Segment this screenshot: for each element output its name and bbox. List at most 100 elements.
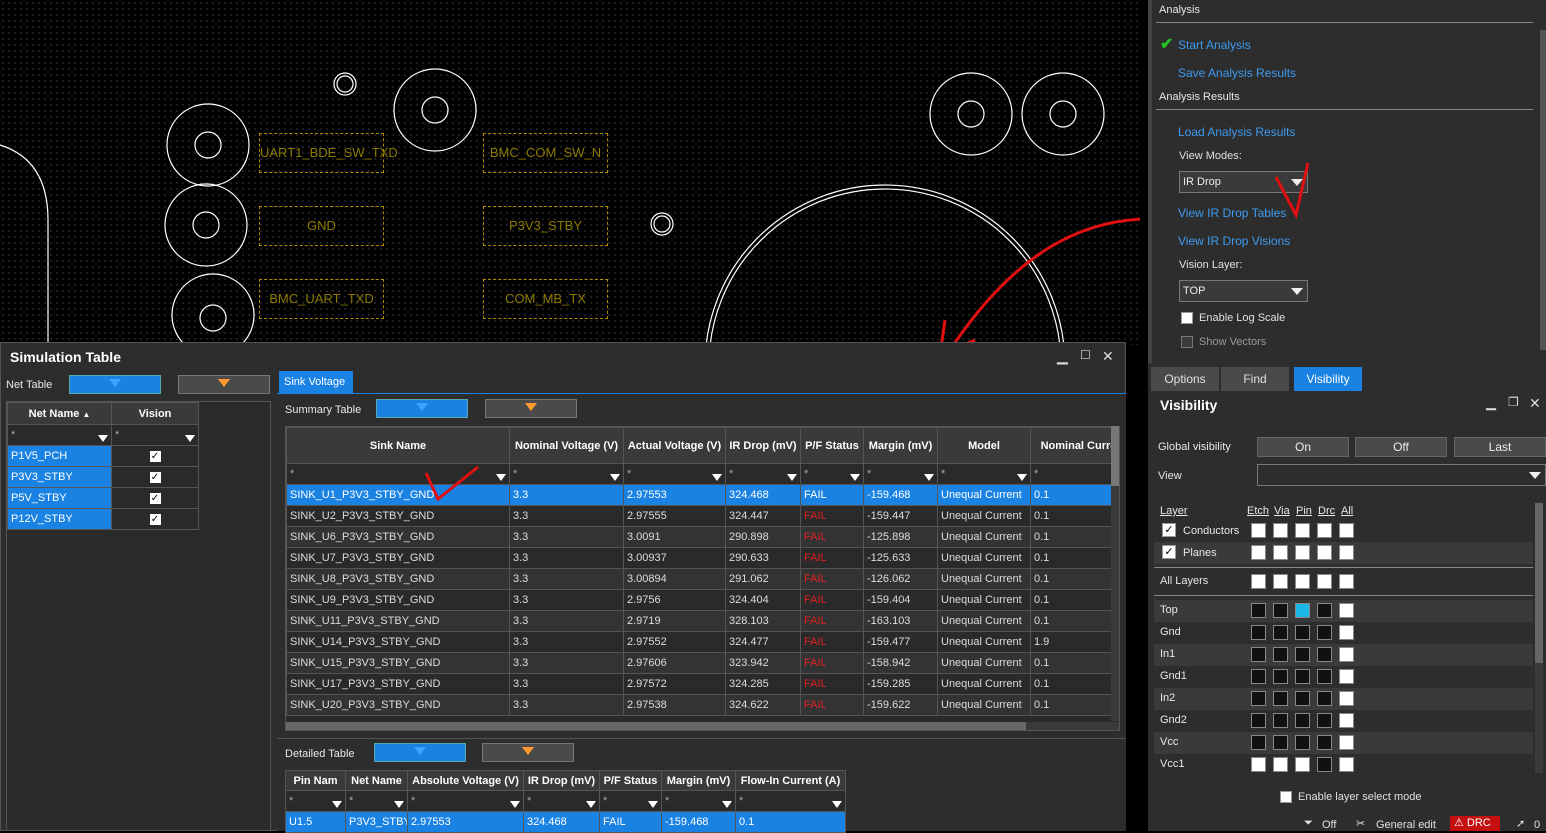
etch-toggle[interactable] [1251, 603, 1266, 618]
drc-toggle[interactable] [1317, 713, 1332, 728]
table-row[interactable]: SINK_U8_P3V3_STBY_GND 3.3 3.00894 291.062 FA… [286, 568, 1119, 590]
maximize-icon[interactable]: ☐ [1080, 348, 1091, 362]
pin-toggle[interactable] [1295, 625, 1310, 640]
col-net-name[interactable]: Net Name ▲ [7, 402, 112, 425]
drc-toggle[interactable] [1317, 757, 1332, 772]
view-ir-drop-visions-link[interactable]: View IR Drop Visions [1178, 234, 1290, 248]
etch-toggle[interactable] [1251, 691, 1266, 706]
detail-col-filter[interactable]: * [735, 790, 846, 812]
conductors-drc[interactable] [1317, 523, 1332, 538]
conductors-all[interactable] [1339, 523, 1354, 538]
etch-toggle[interactable] [1251, 669, 1266, 684]
enable-log-scale-checkbox[interactable] [1181, 312, 1193, 324]
via-toggle[interactable] [1273, 603, 1288, 618]
etch-toggle[interactable] [1251, 757, 1266, 772]
all-layers-etch[interactable] [1251, 574, 1266, 589]
summary-col-header[interactable]: P/F Status [800, 427, 864, 464]
via-toggle[interactable] [1273, 647, 1288, 662]
net-filter-button[interactable] [69, 375, 161, 394]
all-layers-pin[interactable] [1295, 574, 1310, 589]
vision-filter[interactable]: * [111, 424, 199, 446]
detail-col-header[interactable]: IR Drop (mV) [523, 770, 600, 791]
vision-checkbox[interactable]: ✓ [149, 472, 161, 483]
all-toggle[interactable] [1339, 647, 1354, 662]
via-toggle[interactable] [1273, 625, 1288, 640]
table-row[interactable]: SINK_U14_P3V3_STBY_GND 3.3 2.97552 324.477 F… [286, 631, 1119, 653]
all-layers-via[interactable] [1273, 574, 1288, 589]
all-toggle[interactable] [1339, 603, 1354, 618]
pcb-canvas[interactable]: UART1_BDE_SW_TXD BMC_COM_SW_N GND P3V3_S… [0, 0, 1140, 345]
summary-col-filter[interactable]: * [725, 463, 801, 485]
detail-col-header[interactable]: Absolute Voltage (V) [407, 770, 524, 791]
all-layers-drc[interactable] [1317, 574, 1332, 589]
vision-checkbox[interactable]: ✓ [149, 451, 161, 462]
etch-toggle[interactable] [1251, 647, 1266, 662]
table-row[interactable]: SINK_U9_P3V3_STBY_GND 3.3 2.9756 324.404 FAI… [286, 589, 1119, 611]
pin-toggle[interactable] [1295, 647, 1310, 662]
via-toggle[interactable] [1273, 669, 1288, 684]
detail-col-filter[interactable]: * [285, 790, 346, 812]
detail-col-filter[interactable]: * [523, 790, 600, 812]
conductors-etch[interactable] [1251, 523, 1266, 538]
planes-all[interactable] [1339, 545, 1354, 560]
net-row[interactable]: P5V_STBY ✓ [7, 487, 199, 509]
tab-options[interactable]: Options [1151, 367, 1219, 391]
col-vision[interactable]: Vision [111, 402, 199, 425]
close-icon[interactable]: ✕ [1529, 395, 1541, 412]
planes-drc[interactable] [1317, 545, 1332, 560]
pin-toggle[interactable] [1295, 735, 1310, 750]
summary-horizontal-scrollbar[interactable] [286, 722, 1119, 730]
status-drc-badge[interactable]: ⚠ DRC [1450, 816, 1500, 831]
via-toggle[interactable] [1273, 735, 1288, 750]
conductors-via[interactable] [1273, 523, 1288, 538]
table-row[interactable]: SINK_U2_P3V3_STBY_GND 3.3 2.97555 324.447 FA… [286, 505, 1119, 527]
detail-col-header[interactable]: Pin Nam [285, 770, 346, 791]
summary-vertical-scrollbar[interactable] [1111, 426, 1119, 721]
all-toggle[interactable] [1339, 691, 1354, 706]
pin-toggle[interactable] [1295, 691, 1310, 706]
detail-col-filter[interactable]: * [599, 790, 662, 812]
summary-col-filter[interactable]: * [623, 463, 726, 485]
planes-via[interactable] [1273, 545, 1288, 560]
table-row[interactable]: SINK_U7_P3V3_STBY_GND 3.3 3.00937 290.633 FA… [286, 547, 1119, 569]
summary-col-filter[interactable]: * [1030, 463, 1119, 485]
conductors-checkbox[interactable]: ✓ [1162, 523, 1176, 537]
pin-toggle[interactable] [1295, 713, 1310, 728]
net-row[interactable]: P12V_STBY ✓ [7, 508, 199, 530]
status-general-edit[interactable]: General edit [1376, 819, 1436, 831]
all-toggle[interactable] [1339, 669, 1354, 684]
visibility-off-button[interactable]: Off [1355, 437, 1447, 457]
summary-col-header[interactable]: Nominal Curre [1030, 427, 1119, 464]
net-row[interactable]: P1V5_PCH ✓ [7, 445, 199, 467]
summary-col-header[interactable]: Model [937, 427, 1031, 464]
tab-sink-voltage[interactable]: Sink Voltage [279, 371, 353, 393]
vertical-scrollbar[interactable] [1535, 503, 1543, 773]
drc-toggle[interactable] [1317, 691, 1332, 706]
planes-pin[interactable] [1295, 545, 1310, 560]
drc-toggle[interactable] [1317, 735, 1332, 750]
minimize-icon[interactable]: ▁ [1486, 395, 1496, 411]
summary-col-header[interactable]: IR Drop (mV) [725, 427, 801, 464]
visibility-last-button[interactable]: Last [1454, 437, 1546, 457]
table-row[interactable]: U1.5 P3V3_STBY 2.97553 324.468 FAIL -159.468 0… [285, 811, 846, 833]
table-row[interactable]: SINK_U17_P3V3_STBY_GND 3.3 2.97572 324.285 F… [286, 673, 1119, 695]
table-row[interactable]: SINK_U6_P3V3_STBY_GND 3.3 3.0091 290.898 FAI… [286, 526, 1119, 548]
detail-col-filter[interactable]: * [345, 790, 408, 812]
vision-checkbox[interactable]: ✓ [149, 514, 161, 525]
vision-layer-dropdown[interactable]: TOP [1179, 280, 1308, 302]
drc-toggle[interactable] [1317, 669, 1332, 684]
close-icon[interactable]: ✕ [1102, 348, 1114, 365]
summary-col-filter[interactable]: * [800, 463, 864, 485]
etch-toggle[interactable] [1251, 735, 1266, 750]
vision-checkbox[interactable]: ✓ [149, 493, 161, 504]
via-toggle[interactable] [1273, 691, 1288, 706]
detail-col-filter[interactable]: * [407, 790, 524, 812]
pin-toggle[interactable] [1295, 669, 1310, 684]
all-toggle[interactable] [1339, 713, 1354, 728]
detail-col-header[interactable]: P/F Status [599, 770, 662, 791]
planes-checkbox[interactable]: ✓ [1162, 545, 1176, 559]
summary-col-filter[interactable]: * [937, 463, 1031, 485]
etch-toggle[interactable] [1251, 625, 1266, 640]
all-toggle[interactable] [1339, 757, 1354, 772]
table-row[interactable]: SINK_U11_P3V3_STBY_GND 3.3 2.9719 328.103 FA… [286, 610, 1119, 632]
